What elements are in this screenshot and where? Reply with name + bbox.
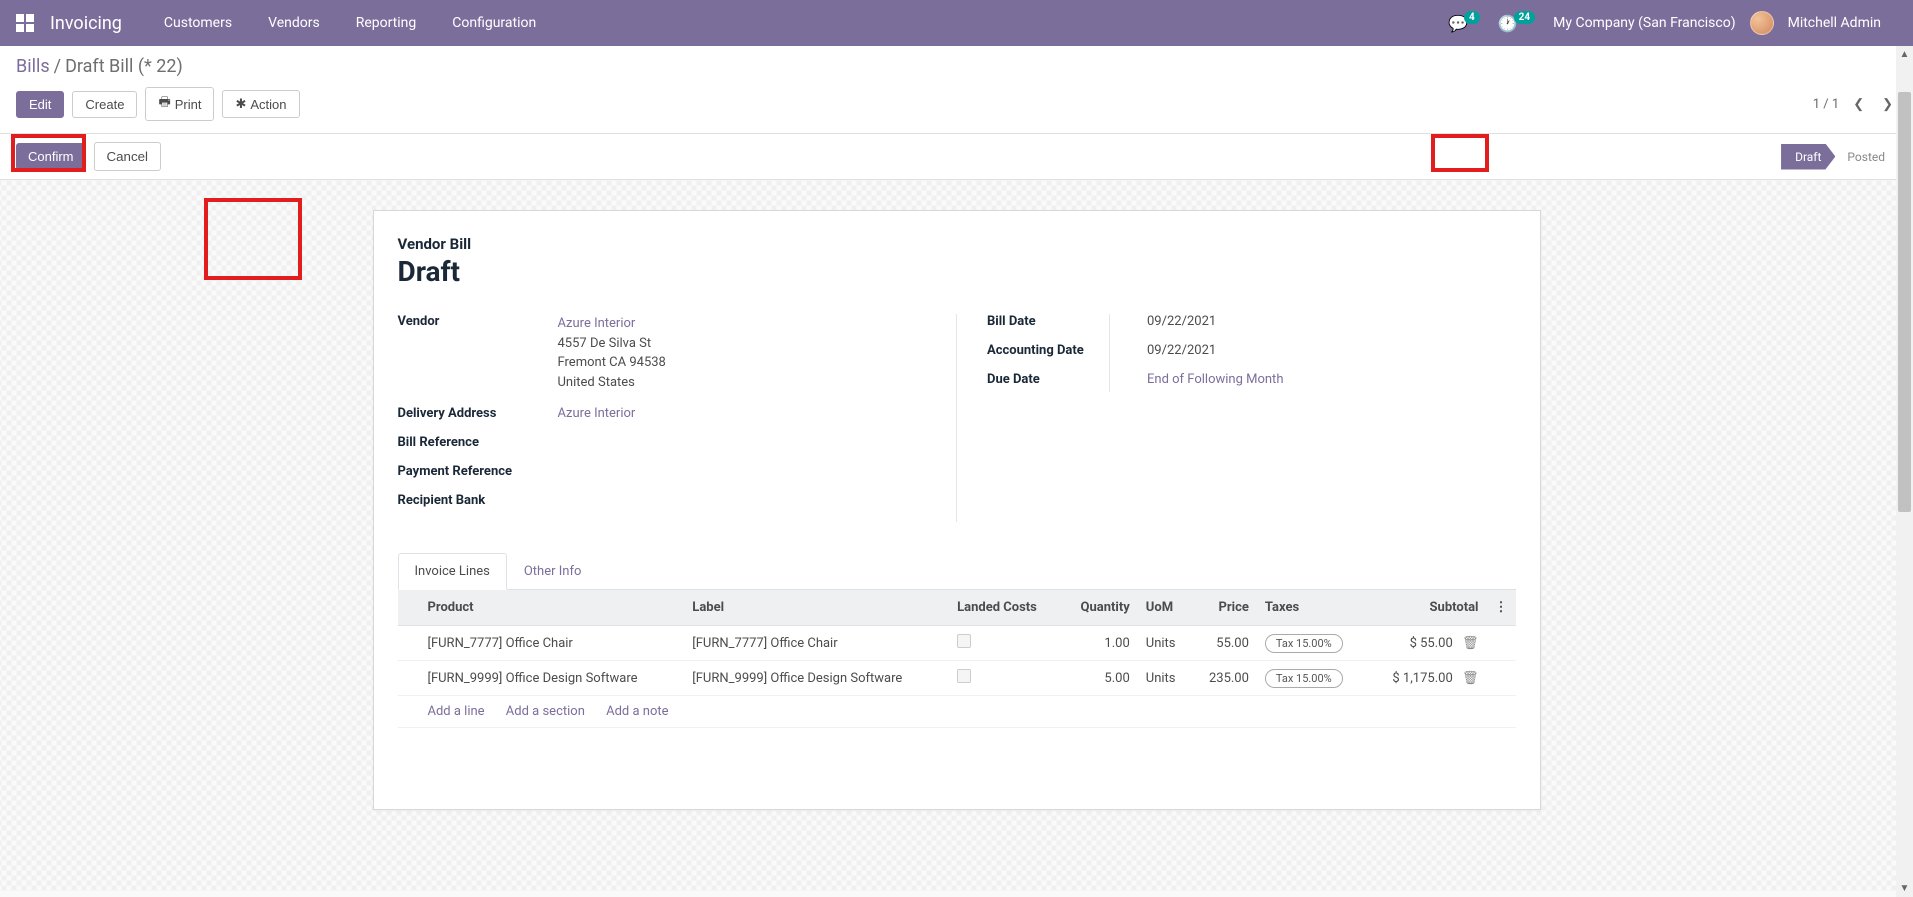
col-landed: Landed Costs — [949, 590, 1061, 626]
payref-value — [558, 464, 927, 479]
pager-text: 1 / 1 — [1813, 97, 1839, 112]
title-block: Vendor Bill Draft — [398, 235, 1516, 288]
tab-invoice-lines[interactable]: Invoice Lines — [398, 553, 507, 590]
cell-tax: Tax 15.00% — [1257, 626, 1367, 661]
acctdate-value: 09/22/2021 — [1147, 343, 1516, 358]
billdate-label: Bill Date — [987, 314, 1147, 329]
cell-landed[interactable] — [949, 626, 1061, 661]
cell-price: 235.00 — [1191, 661, 1257, 696]
messaging-badge: 4 — [1464, 11, 1480, 24]
nav-reporting[interactable]: Reporting — [342, 15, 431, 31]
cell-subtotal: $ 55.00 🗑 — [1367, 626, 1487, 661]
scroll-down-icon[interactable]: ▼ — [1896, 880, 1913, 897]
table-row[interactable]: [FURN_9999] Office Design Software [FURN… — [398, 661, 1516, 696]
billref-value — [558, 435, 927, 450]
col-qty: Quantity — [1061, 590, 1137, 626]
create-button[interactable]: Create — [72, 91, 137, 118]
invoice-lines-table: Product Label Landed Costs Quantity UoM … — [398, 590, 1516, 728]
duedate-value[interactable]: End of Following Month — [1147, 372, 1283, 387]
bank-label: Recipient Bank — [398, 493, 558, 508]
control-panel: Bills / Draft Bill (* 22) Edit Create 🖶P… — [0, 46, 1913, 134]
payref-label: Payment Reference — [398, 464, 558, 479]
doc-state: Draft — [398, 255, 1516, 288]
activity-icon[interactable]: 🕐24 — [1498, 14, 1539, 33]
breadcrumb: Bills / Draft Bill (* 22) — [16, 56, 1897, 77]
username[interactable]: Mitchell Admin — [1788, 15, 1881, 31]
duedate-label: Due Date — [987, 372, 1147, 387]
nav-configuration[interactable]: Configuration — [438, 15, 550, 31]
cell-label: [FURN_7777] Office Chair — [684, 626, 949, 661]
billdate-value: 09/22/2021 — [1147, 314, 1516, 329]
bank-value — [558, 493, 927, 508]
cell-qty: 1.00 — [1061, 626, 1137, 661]
breadcrumb-current: Draft Bill (* 22) — [65, 56, 183, 77]
cell-product: [FURN_9999] Office Design Software — [420, 661, 685, 696]
form-canvas: Vendor Bill Draft Vendor Azure Interior … — [0, 180, 1913, 891]
print-icon: 🖶 — [158, 93, 170, 115]
nav-customers[interactable]: Customers — [150, 15, 246, 31]
cell-product: [FURN_7777] Office Chair — [420, 626, 685, 661]
tabs: Invoice Lines Other Info — [398, 552, 1516, 590]
col-taxes: Taxes — [1257, 590, 1367, 626]
cell-uom: Units — [1138, 661, 1192, 696]
table-row[interactable]: [FURN_7777] Office Chair [FURN_7777] Off… — [398, 626, 1516, 661]
print-button[interactable]: 🖶Print — [145, 87, 214, 121]
cell-qty: 5.00 — [1061, 661, 1137, 696]
cell-label: [FURN_9999] Office Design Software — [684, 661, 949, 696]
gear-icon: ✱ — [235, 96, 246, 112]
user-avatar[interactable] — [1750, 11, 1774, 35]
scroll-up-icon[interactable]: ▲ — [1896, 46, 1913, 63]
vendor-addr1: 4557 De Silva St — [558, 334, 927, 354]
trash-icon[interactable]: 🗑 — [1462, 636, 1479, 651]
scrollbar-thumb[interactable] — [1898, 92, 1911, 512]
messaging-icon[interactable]: 💬4 — [1448, 14, 1484, 33]
col-price: Price — [1191, 590, 1257, 626]
edit-button[interactable]: Edit — [16, 91, 64, 118]
apps-icon[interactable] — [16, 14, 34, 32]
top-navbar: Invoicing Customers Vendors Reporting Co… — [0, 0, 1913, 46]
col-subtotal: Subtotal — [1367, 590, 1487, 626]
cell-subtotal: $ 1,175.00 🗑 — [1367, 661, 1487, 696]
pager: 1 / 1 ❮ ❯ — [1813, 95, 1897, 114]
doc-type-label: Vendor Bill — [398, 235, 1516, 253]
tab-other-info[interactable]: Other Info — [507, 553, 599, 590]
breadcrumb-root[interactable]: Bills — [16, 56, 50, 77]
company-selector[interactable]: My Company (San Francisco) — [1553, 15, 1735, 31]
col-product: Product — [420, 590, 685, 626]
confirm-button[interactable]: Confirm — [16, 143, 86, 170]
cell-tax: Tax 15.00% — [1257, 661, 1367, 696]
col-uom: UoM — [1138, 590, 1192, 626]
vendor-label: Vendor — [398, 314, 558, 392]
add-note[interactable]: Add a note — [606, 704, 668, 719]
cell-landed[interactable] — [949, 661, 1061, 696]
status-bar: Confirm Cancel Draft Posted — [0, 134, 1913, 180]
cell-price: 55.00 — [1191, 626, 1257, 661]
status-posted[interactable]: Posted — [1835, 144, 1897, 170]
billref-label: Bill Reference — [398, 435, 558, 450]
pager-prev[interactable]: ❮ — [1849, 95, 1868, 114]
app-brand[interactable]: Invoicing — [50, 13, 122, 34]
acctdate-label: Accounting Date — [987, 343, 1147, 358]
nav-vendors[interactable]: Vendors — [254, 15, 334, 31]
trash-icon[interactable]: 🗑 — [1462, 671, 1479, 686]
vendor-addr3: United States — [558, 373, 927, 393]
col-label: Label — [684, 590, 949, 626]
cell-uom: Units — [1138, 626, 1192, 661]
pager-next[interactable]: ❯ — [1878, 95, 1897, 114]
delivery-link[interactable]: Azure Interior — [558, 406, 636, 421]
col-kebab-icon[interactable]: ⋮ — [1487, 590, 1516, 626]
action-button[interactable]: ✱Action — [222, 90, 299, 118]
cancel-button[interactable]: Cancel — [94, 142, 162, 171]
vendor-link[interactable]: Azure Interior — [558, 314, 927, 334]
add-line[interactable]: Add a line — [428, 704, 485, 719]
delivery-label: Delivery Address — [398, 406, 558, 421]
form-sheet: Vendor Bill Draft Vendor Azure Interior … — [373, 210, 1541, 810]
activity-badge: 24 — [1514, 11, 1535, 24]
status-draft[interactable]: Draft — [1781, 144, 1835, 170]
vendor-addr2: Fremont CA 94538 — [558, 353, 927, 373]
add-section[interactable]: Add a section — [506, 704, 585, 719]
